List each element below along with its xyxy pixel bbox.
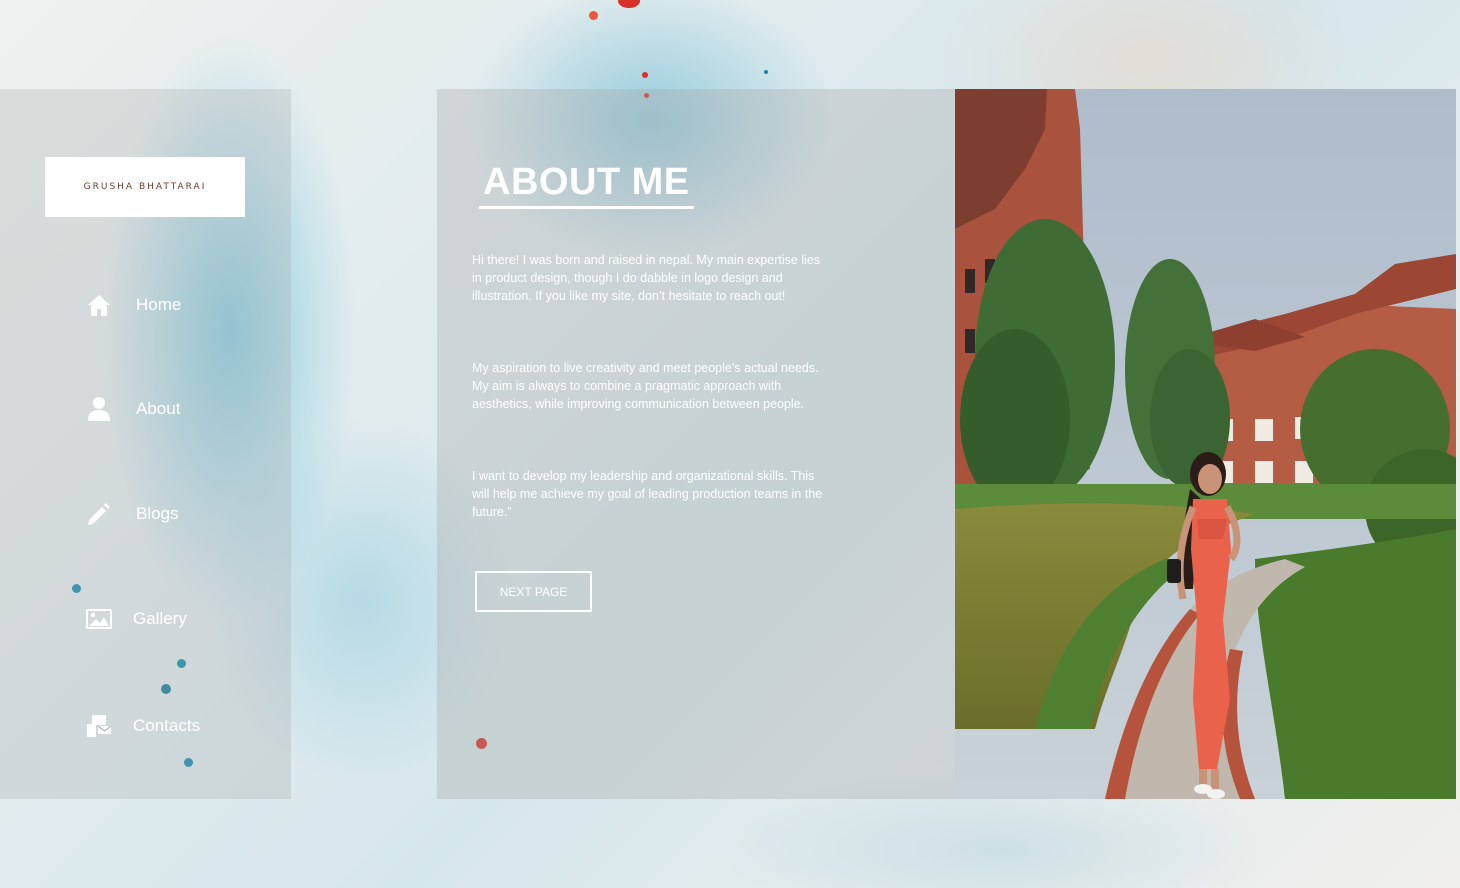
nav-item-gallery[interactable]: Gallery [86,606,187,632]
paint-splash [589,11,598,20]
about-paragraph: I want to develop my leadership and orga… [472,469,823,519]
nav-label: Gallery [133,609,187,628]
nav-label: Contacts [133,716,201,735]
profile-photo [955,89,1456,799]
nav-item-home[interactable]: Home [86,292,181,318]
nav-item-about[interactable]: About [86,396,180,422]
nav-label: About [136,399,181,418]
logo-text: GRUSHA BHATTARAI [83,182,207,192]
about-panel: ABOUT ME Hi there! I was born and raised… [437,89,955,799]
page-title: ABOUT ME [479,161,694,209]
nav-label: Home [136,295,182,314]
paint-splash [642,72,648,78]
sidebar: GRUSHA BHATTARAI Home About Blogs Galler… [0,89,291,799]
pencil-icon [86,501,112,527]
about-paragraph: Hi there! I was born and raised in nepal… [472,253,821,303]
user-icon [86,396,112,422]
paint-splash [764,70,768,74]
about-paragraph: My aspiration to live creativity and mee… [472,361,819,411]
nav-item-blogs[interactable]: Blogs [86,501,179,527]
next-page-button[interactable]: NEXT PAGE [475,571,592,612]
nav-label: Blogs [136,504,179,523]
home-icon [86,292,112,318]
photo-illustration [955,89,1456,799]
paint-splash [618,0,640,8]
contacts-icon [86,713,112,739]
image-icon [86,606,112,632]
nav-item-contacts[interactable]: Contacts [86,713,200,739]
logo[interactable]: GRUSHA BHATTARAI [45,157,245,217]
